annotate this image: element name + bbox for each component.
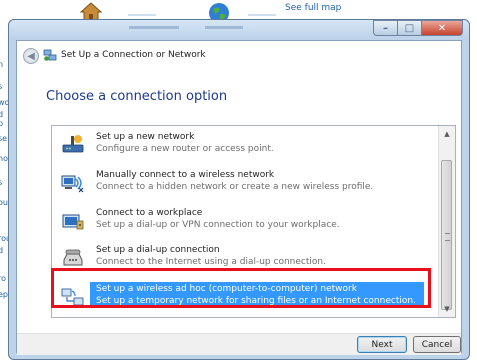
window-title: Set Up a Connection or Network [61,50,206,60]
scroll-thumb[interactable] [441,160,452,310]
option-description: Configure a new router or access point. [96,144,274,154]
annotation-highlight-box [51,268,431,308]
option-title: Set up a new network [96,132,195,142]
workplace-vpn-icon [62,214,84,230]
maximize-button[interactable]: □ [397,20,421,36]
sidebar-fragment: s [0,82,3,91]
dialog-titlebar: ◀ Set Up a Connection or Network [17,41,461,71]
sidebar-fragment: d [0,246,4,255]
sidebar-fragment: s [0,178,3,187]
option-description: Connect to a hidden network or create a … [96,182,374,192]
sidebar-fragment: ro [0,274,7,283]
scroll-down-icon[interactable]: ▼ [439,301,455,317]
back-button[interactable]: ◀ [23,48,39,64]
option-workplace[interactable]: Connect to a workplace Set up a dial-up … [58,206,428,240]
dialog-footer: Next Cancel [17,333,461,355]
option-new-network[interactable]: Set up a new network Configure a new rou… [58,130,428,164]
sidebar-fragment: ou [0,198,8,207]
map-connector [248,14,276,16]
scroll-up-icon[interactable]: ▲ [439,126,455,142]
back-arrow-icon: ◀ [27,50,35,62]
sidebar-fragment: ep [0,290,8,299]
dialup-phone-icon [63,249,83,266]
option-description: Connect to the Internet using a dial-up … [96,257,326,267]
setup-connection-dialog: – □ ✕ ◀ Set Up a Connection or Network C… [8,19,470,360]
network-center-icon [43,49,57,61]
option-description: Set up a dial-up or VPN connection to yo… [96,220,340,230]
grip-icon [445,233,450,241]
next-button[interactable]: Next [357,336,407,353]
option-title: Connect to a workplace [96,208,203,218]
vertical-scrollbar[interactable]: ▲ ▼ [438,126,455,317]
wireless-network-icon [61,175,84,193]
sidebar-fragment: n [0,60,4,69]
minimize-button[interactable]: – [373,20,397,36]
close-button[interactable]: ✕ [421,20,463,36]
option-title: Manually connect to a wireless network [96,170,275,180]
see-full-map-link[interactable]: See full map [285,3,341,13]
option-manual-wireless[interactable]: Manually connect to a wireless network C… [58,168,428,202]
sidebar-fragment: se [0,134,8,143]
option-title: Set up a dial-up connection [96,245,220,255]
caption-buttons: – □ ✕ [373,20,463,36]
page-heading: Choose a connection option [46,89,228,104]
map-connector [128,14,156,16]
network-router-icon [62,135,84,153]
cancel-button[interactable]: Cancel [413,336,461,353]
